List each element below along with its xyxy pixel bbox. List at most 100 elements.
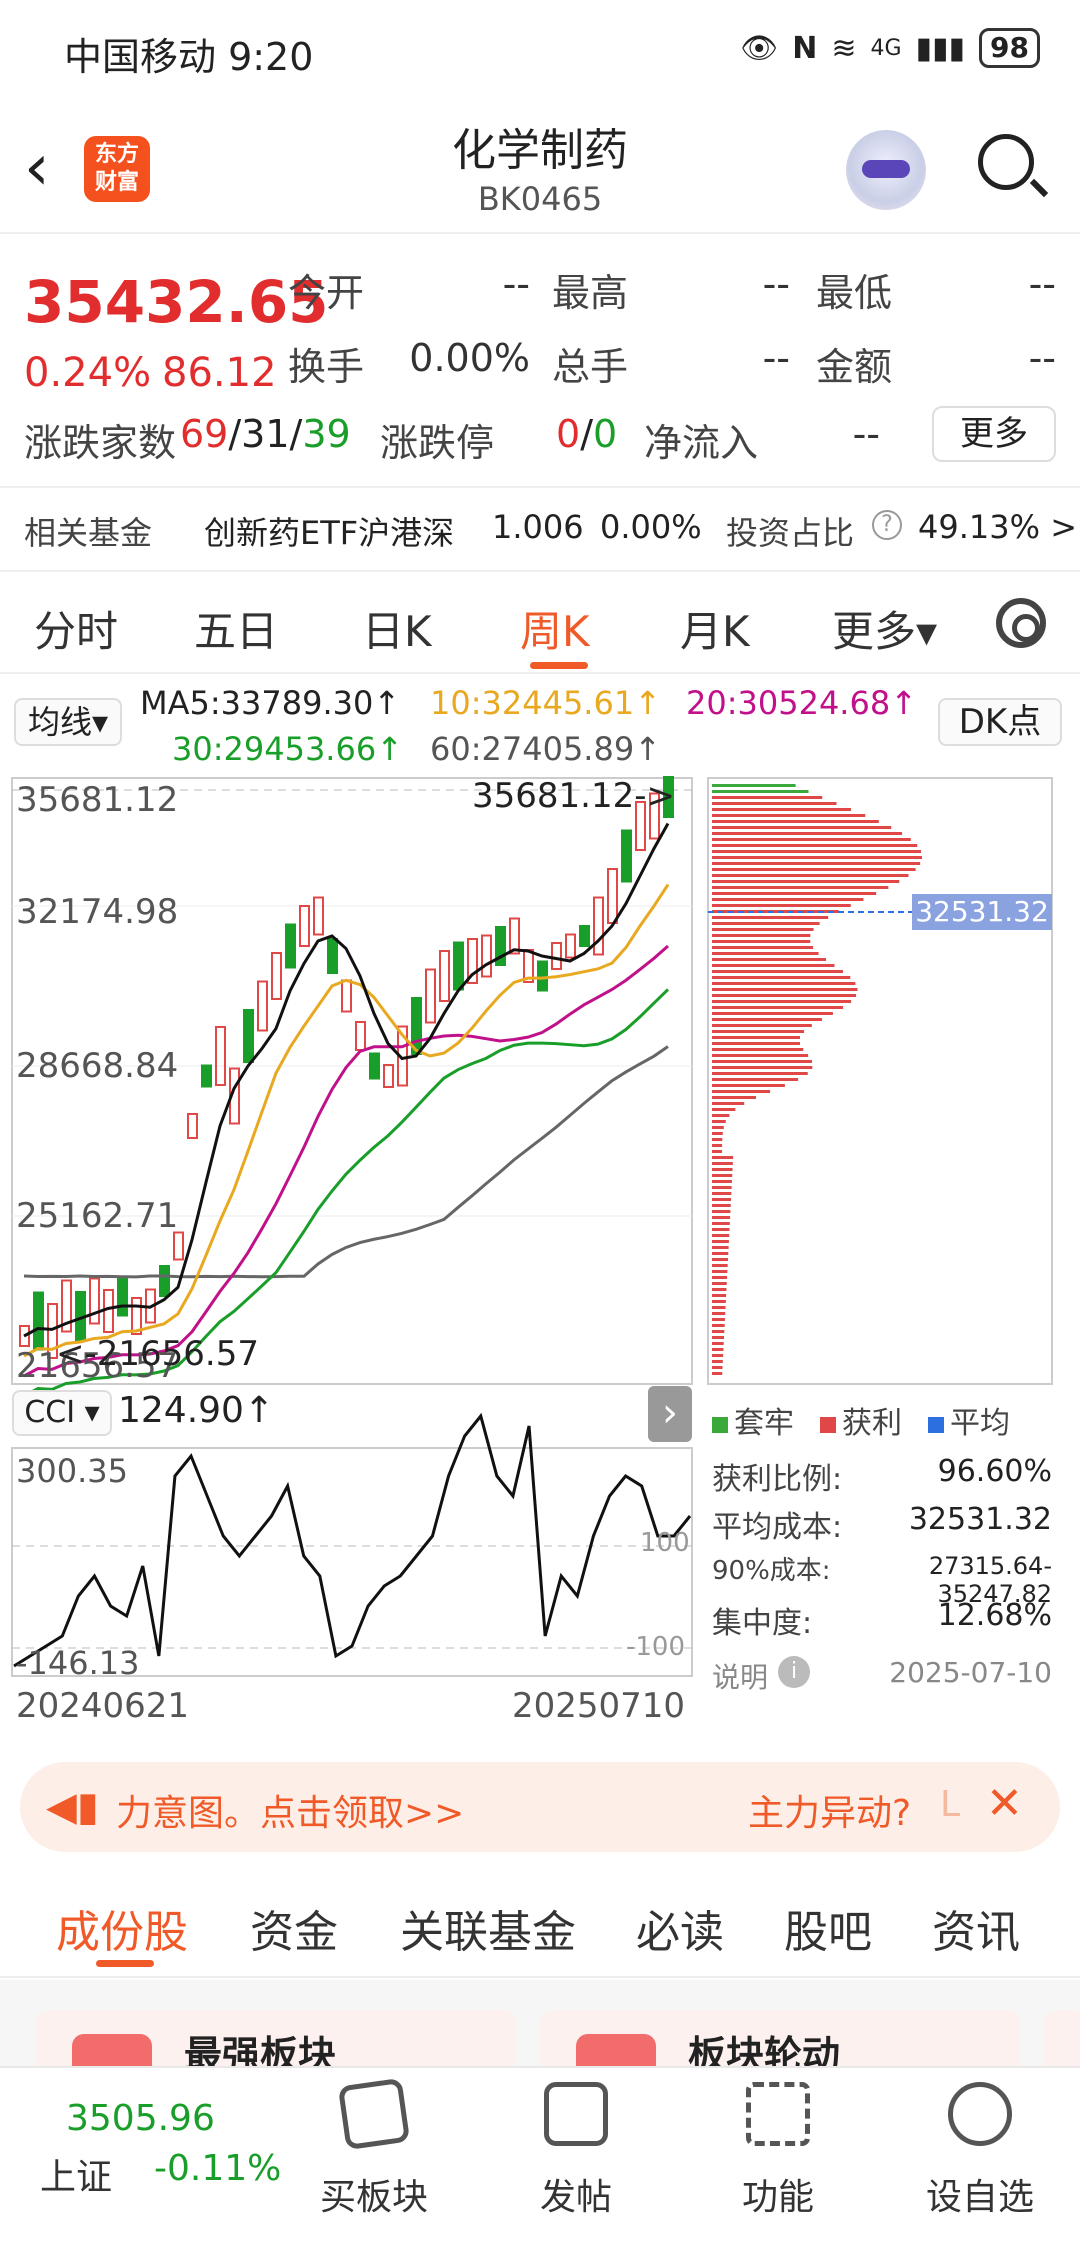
expand-chevron-icon[interactable]: › [648,1386,692,1442]
chip-bar [712,1042,800,1045]
help-icon[interactable]: ? [872,510,902,540]
chip-bar [712,1270,728,1273]
candle [313,896,324,936]
nav-post[interactable]: 发帖 [496,2168,656,2220]
legend-average: 平均 [928,1398,1010,1442]
dk-button[interactable]: DK点 [938,698,1062,746]
chart-area: 35681.12 32174.98 28668.84 25162.71 2165… [0,776,1080,1756]
more-button[interactable]: 更多 [932,406,1056,462]
chip-bar [712,916,829,919]
chip-bar [712,1114,730,1117]
cci-ref-high-label: 100 [640,1528,690,1558]
candle [565,933,576,959]
tab-constituents[interactable]: 成份股 [56,1896,188,1960]
banner-sep: L [940,1784,961,1825]
close-icon[interactable]: ✕ [986,1778,1023,1829]
fund-ratio: 49.13% > [918,508,1077,546]
wifi-icon: ≋ [831,30,857,66]
chip-bar [712,1180,732,1183]
tab-monthly-k[interactable]: 月K [680,598,750,659]
tab-news[interactable]: 资讯 [932,1896,1020,1960]
tab-related-funds[interactable]: 关联基金 [400,1896,576,1960]
candle [33,1291,44,1351]
open-label: 今开 [288,271,365,315]
chip-bar [712,1234,730,1237]
cci-top-label: 300.35 [16,1452,128,1490]
flat-count: 31 [241,412,290,456]
chip-bar [712,1126,724,1129]
period-tabs: 分时 五日 日K 周K 月K 更多▾ [0,570,1080,674]
chip-bar [712,790,809,793]
amount-label: 金额 [816,345,893,389]
y-label-1: 35681.12 [16,780,179,820]
profit-ratio-value: 96.60% [937,1454,1052,1489]
chip-bar [712,808,852,811]
chip-bar [712,1162,733,1165]
fund-nav: 1.006 [492,508,584,546]
chip-bar [712,856,923,859]
index-name[interactable]: 上证 [40,2148,112,2200]
info-icon[interactable]: i [778,1656,810,1688]
tab-intraday[interactable]: 分时 [34,598,118,659]
chip-bar [712,1012,833,1015]
chip-legend: 套牢 获利 平均 [712,1398,1010,1442]
chip-bar [712,1312,726,1315]
nav-functions[interactable]: 功能 [698,2168,858,2220]
candle [481,934,492,978]
status-icons: 👁 N ≋ 4G ▮▮▮ 98 [740,28,1040,68]
candle [439,950,450,1002]
candle [257,980,268,1032]
nav-add-watchlist[interactable]: 设自选 [900,2168,1060,2220]
more-dots-icon [948,2082,1012,2146]
chip-bar [712,838,911,841]
chip-bar [712,1204,731,1207]
ma-legend: 均线▾ MA5:33789.30↑ 10:32445.61↑ 20:30524.… [0,676,1080,776]
related-fund-row[interactable]: 相关基金 创新药ETF沪港深 1.006 0.00% 投资占比 ? 49.13%… [0,486,1080,566]
chip-bar [712,1048,804,1051]
active-tab-indicator [530,662,588,669]
candle [89,1277,100,1325]
date-end: 20250710 [512,1686,686,1726]
note-label[interactable]: 说明 [712,1656,768,1696]
chip-bar [712,1024,812,1027]
chip-bar [712,1240,729,1243]
tab-daily-k[interactable]: 日K [362,598,432,659]
chip-bar [712,1138,723,1141]
assistant-avatar-icon[interactable] [846,130,926,210]
gear-icon[interactable] [996,598,1046,648]
profit-ratio-label: 获利比例: [712,1462,843,1497]
nav-buy-sector[interactable]: 买板块 [294,2168,454,2220]
tab-five-day[interactable]: 五日 [194,598,278,659]
chip-bar [712,1168,733,1171]
chip-bar [712,1006,844,1009]
chip-bar [712,814,866,817]
search-icon[interactable] [978,134,1034,190]
chip-bar [712,1108,736,1111]
chip-bar [712,1306,726,1309]
tab-funds-flow[interactable]: 资金 [250,1896,338,1960]
index-value[interactable]: 3505.96 [66,2098,215,2139]
chip-bar [712,1366,723,1369]
promo-banner[interactable]: ◀▮ 力意图。点击领取>> 主力异动? L ✕ [20,1762,1060,1852]
y-label-4: 25162.71 [16,1196,179,1236]
tab-must-read[interactable]: 必读 [636,1896,724,1960]
cci-selector[interactable]: CCI ▾ [12,1390,112,1436]
tab-more[interactable]: 更多▾ [832,598,937,659]
tab-weekly-k[interactable]: 周K [520,598,590,659]
breadth-label: 涨跌家数 [24,421,177,465]
candle [383,1064,394,1088]
ma10-value: 10:32445.61↑ [430,684,661,722]
chip-distribution [712,784,923,1375]
chip-bar [712,820,879,823]
avg-cost-label: 平均成本: [712,1510,843,1545]
subtab-indicator [96,1960,154,1967]
chip-bar [712,892,877,895]
ma-selector[interactable]: 均线▾ [14,698,122,746]
candle [369,1052,380,1080]
tab-forum[interactable]: 股吧 [784,1896,872,1960]
high-marker: 35681.12-> [472,776,675,816]
chip-bar [712,1264,728,1267]
signal-label: 4G [870,35,902,61]
chip-bar [712,1288,727,1291]
index-pct[interactable]: -0.11% [154,2148,281,2189]
